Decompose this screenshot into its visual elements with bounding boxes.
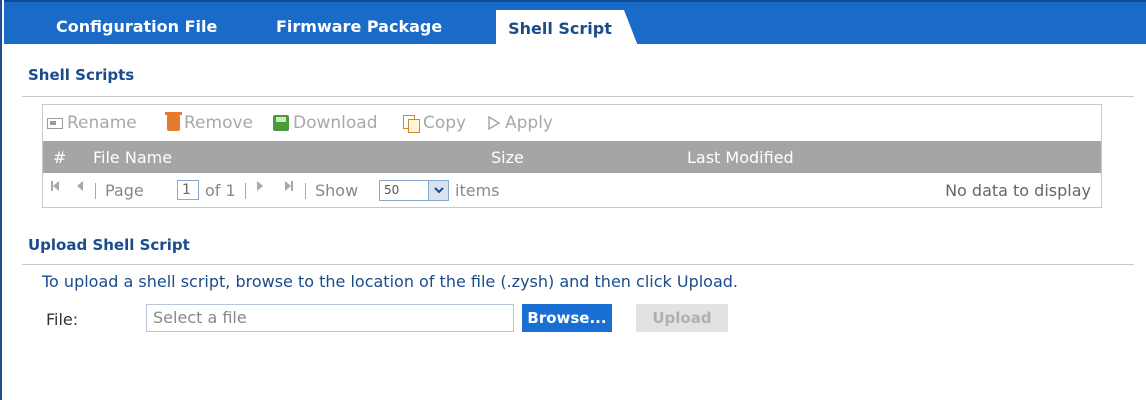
play-icon — [487, 116, 501, 130]
shell-scripts-divider — [22, 96, 1134, 97]
copy-label: Copy — [423, 113, 467, 133]
download-label: Download — [293, 113, 378, 133]
chevron-down-icon[interactable] — [428, 181, 448, 200]
next-page-button[interactable] — [257, 181, 263, 191]
last-page-button[interactable] — [285, 181, 293, 191]
prev-page-icon — [77, 181, 83, 191]
items-label: items — [455, 181, 500, 200]
table-pager: Page 1 of 1 Show 50 items No data to dis… — [43, 173, 1101, 209]
first-page-button[interactable] — [51, 181, 59, 191]
trash-icon — [165, 112, 182, 131]
page-label: Page — [105, 181, 144, 200]
no-data-message: No data to display — [945, 181, 1091, 200]
save-disk-icon — [273, 115, 289, 131]
window-frame: Configuration File Firmware Package Shel… — [0, 0, 1146, 400]
apply-label: Apply — [505, 113, 553, 133]
pager-separator — [245, 183, 246, 199]
copy-button[interactable]: Copy — [403, 113, 466, 133]
last-page-bar — [291, 181, 293, 191]
column-size[interactable]: Size — [491, 148, 524, 167]
rename-label: Rename — [67, 113, 137, 133]
page-size-select[interactable]: 50 — [379, 180, 449, 201]
shell-scripts-title: Shell Scripts — [28, 66, 135, 84]
file-label: File: — [46, 310, 79, 329]
rename-icon — [47, 117, 63, 129]
column-file-name[interactable]: File Name — [93, 148, 172, 167]
tab-configuration-file[interactable]: Configuration File — [56, 8, 217, 46]
tab-shell-script[interactable]: Shell Script — [496, 10, 624, 46]
remove-button[interactable]: Remove — [165, 112, 253, 133]
table-toolbar: Rename Remove Download Copy Apply — [43, 105, 1101, 141]
page-size-value: 50 — [384, 183, 400, 197]
shell-scripts-table: Rename Remove Download Copy Apply # File… — [42, 104, 1102, 208]
download-button[interactable]: Download — [273, 113, 378, 133]
pager-separator — [95, 183, 96, 199]
file-path-input[interactable]: Select a file — [146, 304, 514, 332]
tab-notch — [624, 10, 638, 46]
upload-shell-script-title: Upload Shell Script — [28, 236, 190, 254]
upload-button: Upload — [636, 304, 728, 332]
column-last-modified[interactable]: Last Modified — [687, 148, 794, 167]
tab-firmware-package[interactable]: Firmware Package — [276, 8, 442, 46]
column-number[interactable]: # — [53, 148, 66, 167]
remove-label: Remove — [184, 113, 253, 133]
show-label: Show — [315, 181, 359, 200]
copy-icon — [403, 115, 420, 133]
upload-divider — [22, 264, 1134, 265]
page-number-input[interactable]: 1 — [177, 180, 199, 200]
apply-button[interactable]: Apply — [487, 113, 553, 133]
table-header: # File Name Size Last Modified — [43, 141, 1101, 173]
rename-button[interactable]: Rename — [47, 113, 137, 133]
first-page-arrow — [53, 181, 59, 191]
pager-separator — [305, 183, 306, 199]
tab-bar: Configuration File Firmware Package Shel… — [4, 0, 1146, 46]
prev-page-button[interactable] — [77, 181, 83, 191]
browse-button[interactable]: Browse... — [522, 304, 612, 332]
next-page-icon — [257, 181, 263, 191]
upload-description: To upload a shell script, browse to the … — [42, 272, 738, 291]
page-count-label: of 1 — [205, 181, 236, 200]
